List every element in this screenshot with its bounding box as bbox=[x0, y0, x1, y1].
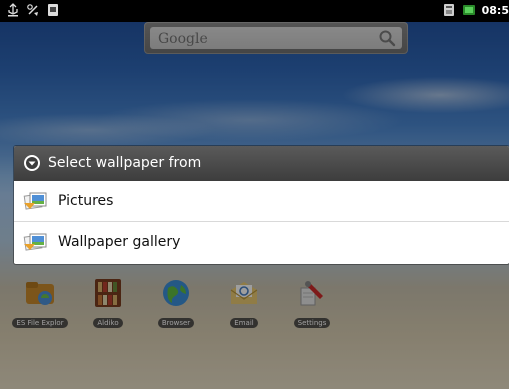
option-label: Wallpaper gallery bbox=[58, 234, 181, 250]
pictures-icon bbox=[23, 192, 47, 210]
select-wallpaper-dialog: Select wallpaper from Pictures Wallpaper… bbox=[14, 146, 509, 264]
wallpaper-gallery-icon bbox=[23, 233, 47, 251]
battery-icon bbox=[462, 5, 475, 15]
status-bar: 08:5 bbox=[0, 0, 509, 22]
notification-icons bbox=[6, 3, 60, 17]
home-screen: ES File Explor Aldiko Browser bbox=[0, 0, 509, 389]
dropdown-circle-icon bbox=[24, 155, 40, 171]
option-wallpaper-gallery[interactable]: Wallpaper gallery bbox=[14, 222, 509, 263]
option-label: Pictures bbox=[58, 193, 114, 209]
option-pictures[interactable]: Pictures bbox=[14, 181, 509, 222]
sdcard-icon bbox=[48, 4, 58, 16]
clock: 08:5 bbox=[481, 3, 509, 17]
system-icons: 08:5 bbox=[442, 3, 509, 17]
debug-icon bbox=[27, 4, 38, 16]
usb-icon bbox=[8, 3, 18, 17]
sim-icon bbox=[443, 4, 454, 16]
dialog-title-bar: Select wallpaper from bbox=[14, 146, 509, 181]
dialog-title: Select wallpaper from bbox=[48, 155, 202, 171]
